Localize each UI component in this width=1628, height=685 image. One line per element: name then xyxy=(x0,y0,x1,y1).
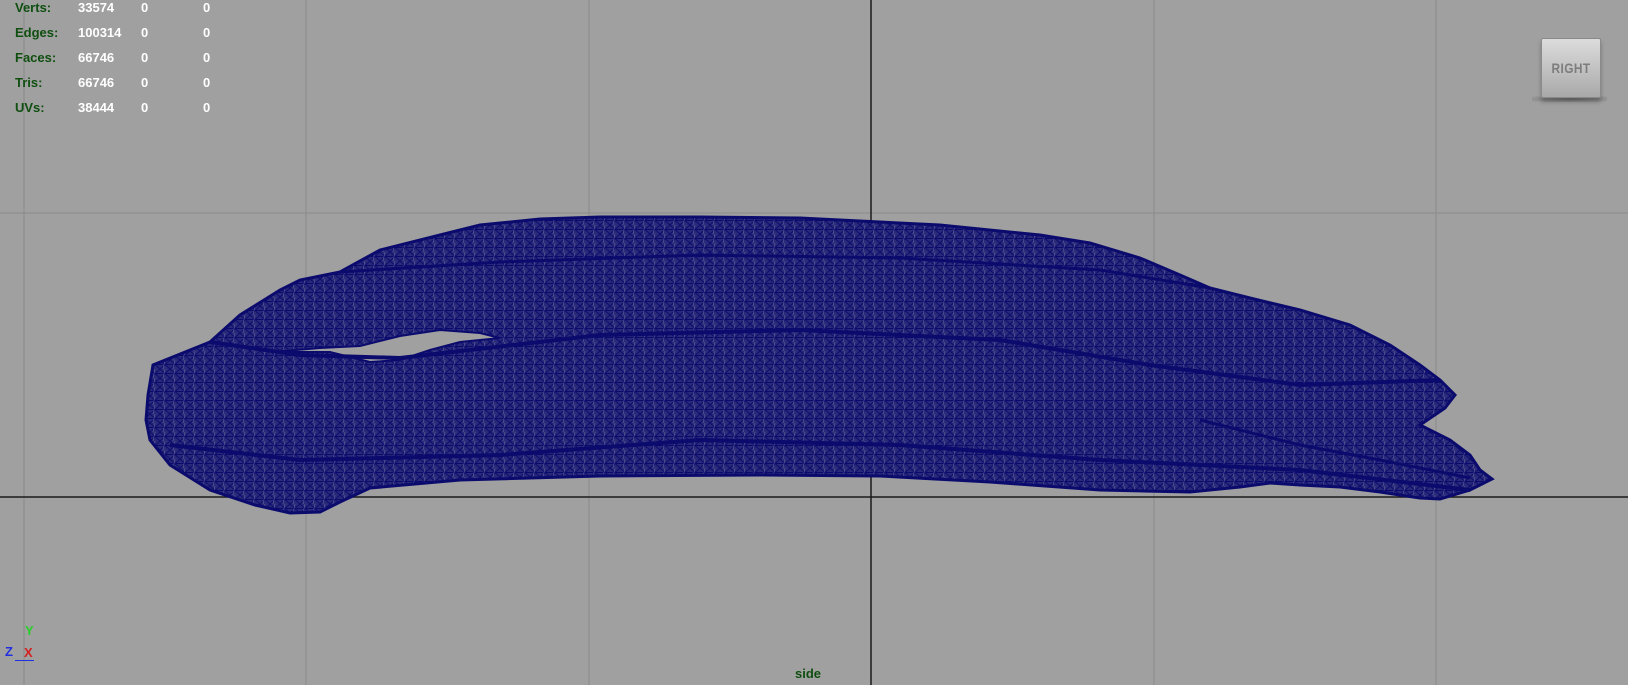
hud-label: Verts: xyxy=(15,0,52,15)
hud-value: 100314 xyxy=(78,25,122,40)
hud-value: 0 xyxy=(203,0,211,15)
hud-label: Faces: xyxy=(15,50,57,65)
hud-label: Tris: xyxy=(15,75,43,90)
hud-label: UVs: xyxy=(15,100,45,115)
axis-x-label: X xyxy=(24,645,33,660)
axis-y-label: Y xyxy=(25,623,34,638)
hud-value: 66746 xyxy=(78,75,115,90)
camera-name-label: side xyxy=(795,666,822,681)
hud-value: 0 xyxy=(203,75,211,90)
hud-value: 0 xyxy=(141,100,149,115)
hud-value: 33574 xyxy=(78,0,115,15)
view-cube-label: RIGHT xyxy=(1551,60,1591,76)
hud-value: 66746 xyxy=(78,50,115,65)
hud-value: 0 xyxy=(203,25,211,40)
car-wireframe-mesh[interactable] xyxy=(144,215,1495,515)
hud-value: 0 xyxy=(203,100,211,115)
viewport-panel[interactable]: Verts: 33574 0 0 Edges: 100314 0 0 Faces… xyxy=(0,0,1628,685)
hud-value: 0 xyxy=(141,0,149,15)
hud-value: 0 xyxy=(203,50,211,65)
axis-z-label: Z xyxy=(5,644,13,659)
hud-label: Edges: xyxy=(15,25,59,40)
view-cube[interactable]: RIGHT xyxy=(1541,38,1601,98)
hud-value: 0 xyxy=(141,50,149,65)
scene-view[interactable] xyxy=(0,0,1628,685)
axis-gizmo: Y Z X xyxy=(5,623,45,663)
hud-value: 0 xyxy=(141,25,149,40)
hud-value: 0 xyxy=(141,75,149,90)
axis-underline xyxy=(15,660,34,661)
hud-value: 38444 xyxy=(78,100,115,115)
